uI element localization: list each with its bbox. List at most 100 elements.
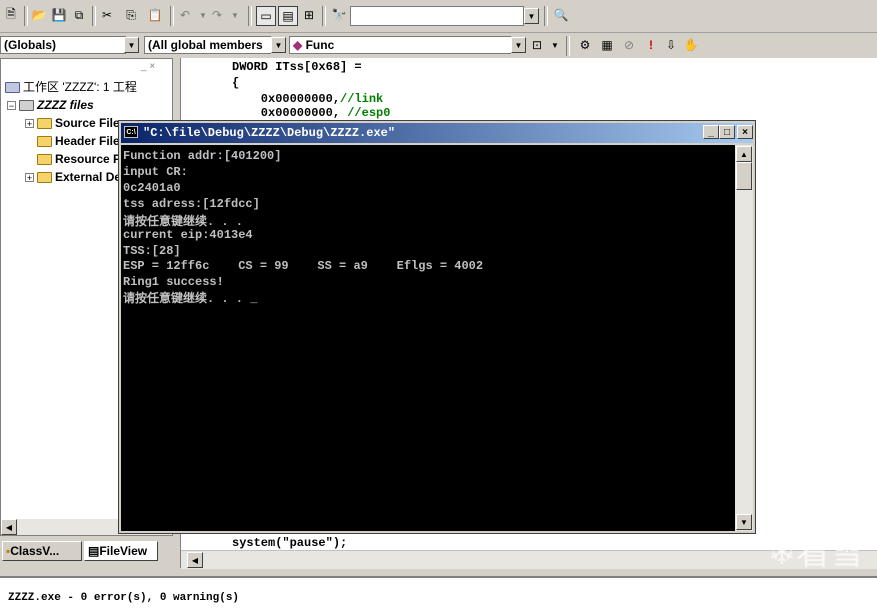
- tree-expander[interactable]: +: [25, 173, 34, 183]
- tab-label: ClassV...: [10, 544, 60, 558]
- function-diamond-icon: ◆: [293, 38, 303, 52]
- build-icon[interactable]: ▦: [598, 36, 616, 54]
- function-combo[interactable]: ◆ Func: [289, 36, 511, 54]
- members-combo[interactable]: (All global members: [144, 36, 271, 54]
- find-in-files-icon[interactable]: 🔭: [330, 6, 348, 24]
- window-list-icon[interactable]: ⊞: [300, 6, 318, 24]
- scroll-down-icon[interactable]: ▼: [736, 514, 752, 530]
- folder-icon: [37, 118, 52, 130]
- find-dropdown-button[interactable]: ▼: [524, 8, 539, 24]
- code-line: {: [232, 76, 240, 90]
- panel-minimize-icon[interactable]: _: [141, 61, 147, 72]
- console-line: 请按任意键继续. . . _: [123, 292, 258, 306]
- folder-icon: [37, 172, 52, 184]
- output-window-icon[interactable]: ▤: [278, 6, 298, 26]
- toolbar-separator: [566, 36, 570, 56]
- code-line: 0x00000000, //esp0: [232, 106, 391, 120]
- find-icon[interactable]: 🔍: [552, 6, 570, 24]
- panel-controls: _ ×: [141, 61, 169, 73]
- scroll-up-icon[interactable]: ▲: [736, 146, 752, 162]
- workspace-window-icon[interactable]: ▭: [256, 6, 276, 26]
- minimize-icon[interactable]: _: [703, 125, 719, 139]
- watermark-logo: ❄看雪: [714, 528, 865, 578]
- tab-classview[interactable]: ▪ClassV...: [2, 541, 82, 561]
- redo-dropdown-icon[interactable]: ▼: [226, 6, 244, 24]
- folder-icon: [37, 136, 52, 148]
- workspace-icon: [5, 82, 20, 94]
- standard-toolbar: 🗎 📂 💾 ⧉ ✂ ⎘ 📋 ↶ ▼ ↷ ▼ ▭ ▤ ⊞ 🔭 ▼ 🔍: [0, 0, 877, 33]
- code-comment: //link: [340, 92, 384, 106]
- tree-item-header-files[interactable]: Header Files: [37, 133, 126, 150]
- console-window[interactable]: C:\ "C:\file\Debug\ZZZZ\Debug\ZZZZ.exe" …: [118, 120, 756, 534]
- toolbar-separator: [24, 6, 28, 26]
- folder-icon: [37, 154, 52, 166]
- console-line: ESP = 12ff6c CS = 99 SS = a9 Eflgs = 400…: [123, 259, 484, 273]
- toolbar-separator: [92, 6, 96, 26]
- save-all-icon[interactable]: ⧉: [70, 6, 88, 24]
- tree-item-label: Header Files: [55, 134, 127, 148]
- workspace-title: 工作区 'ZZZZ': 1 工程: [23, 80, 137, 94]
- console-app-icon: C:\: [124, 126, 138, 138]
- function-combo-label: Func: [305, 38, 335, 52]
- tree-expander[interactable]: +: [25, 119, 34, 129]
- paste-icon[interactable]: 📋: [146, 6, 164, 24]
- wizard-action-dropdown-icon[interactable]: ▼: [546, 36, 564, 54]
- console-line: input CR:: [123, 165, 188, 179]
- find-input[interactable]: [350, 6, 524, 26]
- console-line: 0c2401a0: [123, 181, 181, 195]
- cut-icon[interactable]: ✂: [98, 6, 116, 24]
- copy-icon[interactable]: ⎘: [122, 6, 140, 24]
- build-output-message: ZZZZ.exe - 0 error(s), 0 warning(s): [8, 592, 240, 604]
- new-file-icon[interactable]: 🗎: [2, 6, 20, 24]
- globals-combo[interactable]: (Globals): [0, 36, 126, 54]
- workspace-tabs: ▪ClassV... ▤FileView: [0, 537, 180, 565]
- console-titlebar[interactable]: C:\ "C:\file\Debug\ZZZZ\Debug\ZZZZ.exe" …: [121, 123, 753, 143]
- console-line: TSS:[28]: [123, 244, 181, 258]
- console-line: 请按任意键继续. . .: [123, 215, 244, 229]
- code-line-system-pause: system("pause");: [232, 536, 348, 550]
- execute-icon[interactable]: !: [642, 36, 660, 54]
- function-dropdown-button[interactable]: ▼: [511, 37, 526, 53]
- console-line: Function addr:[401200]: [123, 149, 282, 163]
- toolbar-separator: [170, 6, 174, 26]
- close-icon[interactable]: ×: [737, 125, 753, 139]
- console-line: tss adress:[12fdcc]: [123, 197, 260, 211]
- console-line: current eip:4013e4: [123, 228, 253, 242]
- console-output[interactable]: Function addr:[401200] input CR: 0c2401a…: [121, 145, 735, 531]
- snowflake-icon: ❄: [767, 533, 797, 573]
- code-comment: //esp0: [347, 106, 391, 120]
- breakpoint-hand-icon[interactable]: ✋: [682, 36, 700, 54]
- panel-close-icon[interactable]: ×: [149, 61, 155, 72]
- console-title: "C:\file\Debug\ZZZZ\Debug\ZZZZ.exe": [143, 126, 396, 140]
- tab-fileview[interactable]: ▤FileView: [84, 541, 158, 561]
- toolbar-separator: [248, 6, 252, 26]
- globals-dropdown-button[interactable]: ▼: [124, 37, 139, 53]
- watermark-text: 看雪: [796, 533, 864, 573]
- project-label: ZZZZ files: [37, 98, 94, 112]
- undo-icon[interactable]: ↶: [176, 6, 194, 24]
- wizard-action-icon[interactable]: ⊡: [528, 36, 546, 54]
- save-icon[interactable]: 💾: [50, 6, 68, 24]
- output-panel: ZZZZ.exe - 0 error(s), 0 warning(s): [0, 576, 877, 610]
- scroll-left-icon[interactable]: ◀: [187, 552, 203, 568]
- project-node[interactable]: − ZZZZ files: [7, 97, 94, 114]
- stop-build-icon[interactable]: ⊘: [620, 36, 638, 54]
- compile-icon[interactable]: ⚙: [576, 36, 594, 54]
- scroll-left-icon[interactable]: ◀: [1, 519, 17, 535]
- tree-item-source-files[interactable]: + Source Files: [25, 115, 126, 132]
- go-icon[interactable]: ⇩: [662, 36, 680, 54]
- wizard-toolbar: (Globals) ▼ (All global members ▼ ◆ Func…: [0, 33, 877, 57]
- code-line: DWORD ITss[0x68] =: [232, 60, 362, 74]
- toolbar-separator: [544, 6, 548, 26]
- workspace-root[interactable]: 工作区 'ZZZZ': 1 工程: [5, 79, 137, 96]
- scroll-thumb[interactable]: [736, 162, 752, 190]
- tab-label: FileView: [99, 544, 148, 558]
- console-line: Ring1 success!: [123, 275, 224, 289]
- project-expander[interactable]: −: [7, 101, 16, 111]
- open-folder-icon[interactable]: 📂: [30, 6, 48, 24]
- redo-icon[interactable]: ↷: [208, 6, 226, 24]
- maximize-icon[interactable]: □: [719, 125, 735, 139]
- code-line: 0x00000000,//link: [232, 92, 384, 106]
- console-vscrollbar[interactable]: ▲ ▼: [735, 145, 753, 531]
- members-dropdown-button[interactable]: ▼: [271, 37, 286, 53]
